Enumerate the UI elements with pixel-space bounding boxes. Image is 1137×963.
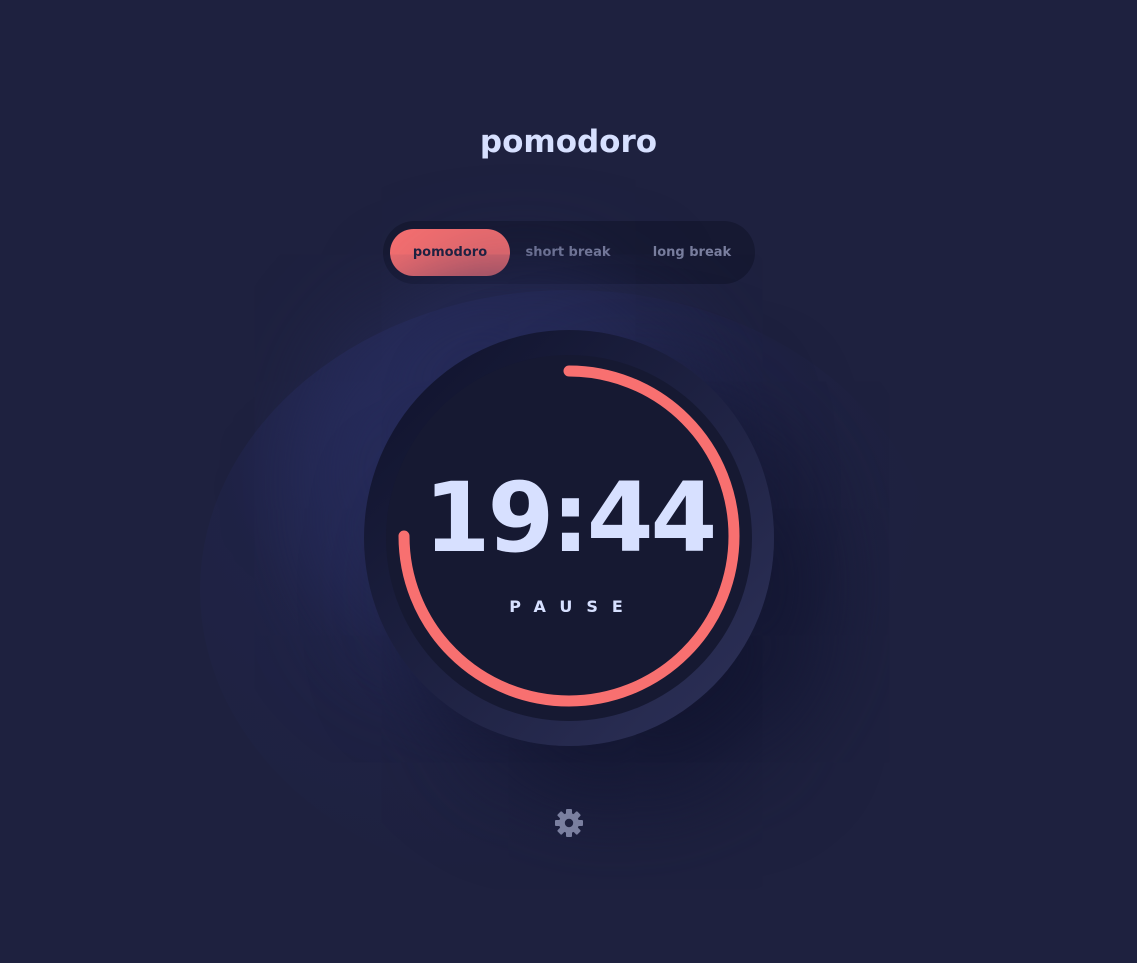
- mode-switcher: pomodoro short break long break: [383, 221, 755, 284]
- tab-short-break[interactable]: short break: [513, 229, 623, 276]
- pause-button[interactable]: PAUSE: [386, 596, 752, 617]
- time-remaining: 19:44: [423, 462, 718, 574]
- gear-icon: [555, 809, 583, 837]
- tab-pomodoro[interactable]: pomodoro: [390, 229, 510, 276]
- settings-button[interactable]: [553, 807, 585, 839]
- app-title: pomodoro: [479, 124, 658, 160]
- tab-long-break[interactable]: long break: [633, 229, 751, 276]
